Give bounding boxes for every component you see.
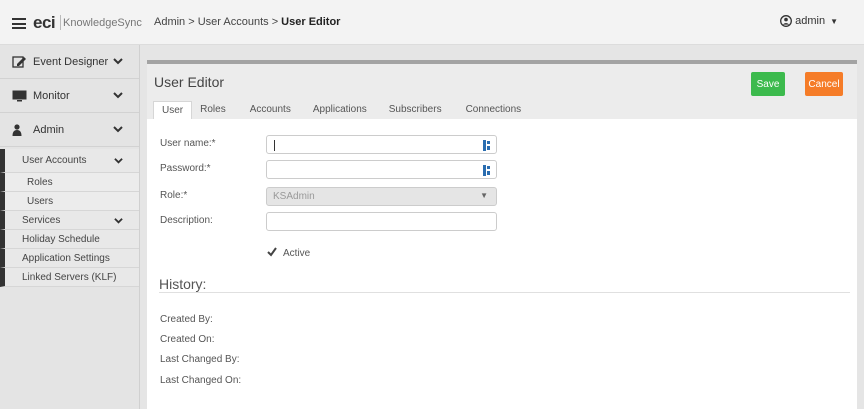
sidebar-item-event-designer[interactable]: Event Designer bbox=[0, 45, 139, 79]
tab-connections[interactable]: Connections bbox=[450, 101, 530, 119]
chevron-down-icon bbox=[114, 158, 123, 164]
sidebar-item-admin[interactable]: Admin bbox=[0, 113, 139, 147]
chevron-down-icon bbox=[113, 58, 123, 65]
logo-product: KnowledgeSync bbox=[63, 17, 142, 29]
user-editor-panel: User Editor Save Cancel User Roles Accou… bbox=[147, 60, 857, 409]
breadcrumb: Admin > User Accounts > User Editor bbox=[154, 16, 340, 28]
tab-accounts[interactable]: Accounts bbox=[234, 101, 299, 119]
history-title: History: bbox=[159, 276, 207, 292]
sidebar: Event Designer Monitor Admin User Accoun… bbox=[0, 45, 140, 409]
tab-roles[interactable]: Roles bbox=[192, 101, 234, 119]
sidebar-item-label: Application Settings bbox=[22, 252, 110, 264]
description-input[interactable] bbox=[266, 212, 497, 231]
user-menu[interactable]: admin ▼ bbox=[780, 15, 838, 27]
monitor-icon bbox=[12, 90, 27, 101]
tab-subscribers[interactable]: Subscribers bbox=[375, 101, 450, 119]
sidebar-item-roles[interactable]: Roles bbox=[0, 173, 139, 192]
username-label: User name:* bbox=[160, 138, 216, 149]
user-circle-icon bbox=[780, 15, 793, 27]
username-input[interactable] bbox=[266, 135, 497, 154]
role-select[interactable]: KSAdmin ▼ bbox=[266, 187, 497, 206]
chevron-down-icon bbox=[114, 218, 123, 224]
save-button[interactable]: Save bbox=[751, 72, 785, 96]
password-input[interactable] bbox=[266, 160, 497, 179]
active-label: Active bbox=[283, 248, 311, 259]
sidebar-item-label: User Accounts bbox=[22, 155, 87, 166]
description-label: Description: bbox=[160, 215, 213, 226]
sidebar-item-label: Roles bbox=[27, 176, 53, 188]
checkmark-icon[interactable] bbox=[267, 246, 277, 257]
sidebar-item-holiday-schedule[interactable]: Holiday Schedule bbox=[0, 230, 139, 249]
sidebar-item-services[interactable]: Services bbox=[0, 211, 139, 230]
role-value: KSAdmin bbox=[273, 191, 315, 202]
cancel-button[interactable]: Cancel bbox=[805, 72, 843, 96]
last-changed-on-label: Last Changed On: bbox=[160, 375, 242, 386]
sidebar-item-label: Users bbox=[27, 195, 54, 207]
dropdown-arrow-icon: ▼ bbox=[480, 191, 488, 200]
tab-user[interactable]: User bbox=[153, 101, 193, 119]
tab-applications[interactable]: Applications bbox=[299, 101, 375, 119]
logo-brand: eci bbox=[33, 13, 56, 32]
sidebar-item-application-settings[interactable]: Application Settings bbox=[0, 249, 139, 268]
chevron-down-icon bbox=[113, 126, 123, 133]
breadcrumb-path[interactable]: Admin > User Accounts > bbox=[154, 16, 281, 28]
text-cursor bbox=[274, 140, 275, 151]
sidebar-item-users[interactable]: Users bbox=[0, 192, 139, 211]
created-on-label: Created On: bbox=[160, 334, 215, 345]
sidebar-item-user-accounts[interactable]: User Accounts bbox=[0, 149, 139, 173]
sidebar-item-label: Holiday Schedule bbox=[22, 233, 100, 245]
history-divider bbox=[159, 292, 850, 293]
role-label: Role:* bbox=[160, 190, 188, 201]
sidebar-item-label: Admin bbox=[33, 123, 65, 136]
last-changed-by-label: Last Changed By: bbox=[160, 354, 240, 365]
password-manager-icon[interactable] bbox=[483, 140, 491, 151]
password-manager-icon[interactable] bbox=[483, 165, 491, 176]
logo-divider bbox=[60, 15, 61, 30]
sidebar-item-label: Linked Servers (KLF) bbox=[22, 271, 117, 283]
active-checkbox-row[interactable]: Active bbox=[267, 244, 310, 259]
edit-icon bbox=[12, 55, 26, 68]
tab-bar: User Roles Accounts Applications Subscri… bbox=[153, 101, 529, 119]
sidebar-item-label: Monitor bbox=[33, 89, 70, 102]
sidebar-item-label: Services bbox=[22, 214, 61, 226]
user-name: admin bbox=[795, 15, 826, 27]
editor-header: User Editor Save Cancel User Roles Accou… bbox=[147, 64, 857, 119]
chevron-down-icon bbox=[113, 92, 123, 99]
created-by-label: Created By: bbox=[160, 314, 213, 325]
caret-down-icon: ▼ bbox=[830, 16, 838, 26]
sidebar-item-monitor[interactable]: Monitor bbox=[0, 79, 139, 113]
breadcrumb-current: User Editor bbox=[281, 16, 341, 28]
sidebar-item-linked-servers[interactable]: Linked Servers (KLF) bbox=[0, 268, 139, 287]
person-icon bbox=[12, 123, 22, 136]
password-label: Password:* bbox=[160, 163, 211, 174]
top-bar: eci KnowledgeSync Admin > User Accounts … bbox=[0, 0, 864, 45]
hamburger-menu-icon[interactable] bbox=[12, 18, 26, 29]
sidebar-item-label: Event Designer bbox=[33, 55, 109, 68]
page-title: User Editor bbox=[154, 74, 225, 90]
